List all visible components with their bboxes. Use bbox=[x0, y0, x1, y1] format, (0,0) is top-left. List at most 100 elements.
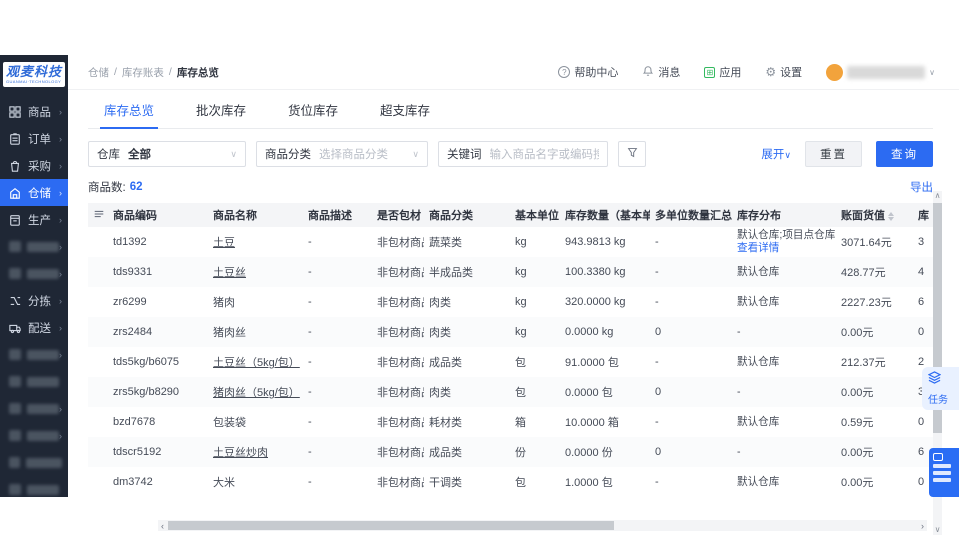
horizontal-scroll-thumb[interactable] bbox=[168, 521, 615, 530]
sidebar-item-redacted-7[interactable] bbox=[0, 449, 68, 476]
sidebar-item-purchase[interactable]: 采购 › bbox=[0, 152, 68, 179]
warehouse-select[interactable]: 仓库 全部 ∨ bbox=[88, 141, 246, 167]
header-stock-qty[interactable]: 库存数量（基本单位） bbox=[560, 203, 650, 227]
redacted-label bbox=[27, 349, 59, 360]
redacted-icon bbox=[9, 241, 21, 252]
product-name-link[interactable]: 包装袋 bbox=[213, 417, 246, 429]
breadcrumb-warehouse[interactable]: 仓储 bbox=[88, 65, 109, 80]
table-row[interactable]: td1392土豆-非包材商品蔬菜类kg943.9813 kg-默认仓库;项目点仓… bbox=[88, 227, 933, 257]
product-name-link[interactable]: 土豆丝（5kg/包） bbox=[213, 357, 300, 369]
sidebar-item-warehouse[interactable]: 仓储 › bbox=[0, 179, 68, 206]
category-select[interactable]: 商品分类 选择商品分类 ∨ bbox=[256, 141, 428, 167]
production-icon bbox=[9, 213, 22, 226]
settings[interactable]: ⚙ 设置 bbox=[765, 64, 802, 80]
export-link[interactable]: 导出 bbox=[910, 179, 933, 195]
warehouse-icon bbox=[9, 186, 22, 199]
table-header-row: 商品编码 商品名称 商品描述 是否包材 商品分类 基本单位 库存数量（基本单位）… bbox=[88, 203, 933, 227]
task-float-button[interactable]: 任务 bbox=[922, 367, 959, 410]
sidebar-item-redacted-4[interactable] bbox=[0, 368, 68, 395]
product-name-link[interactable]: 土豆丝炒肉 bbox=[213, 447, 268, 459]
messages[interactable]: 消息 bbox=[642, 64, 680, 80]
sidebar-item-label: 订单 bbox=[28, 133, 51, 146]
search-button[interactable]: 查询 bbox=[876, 141, 933, 167]
breadcrumb-separator: / bbox=[114, 66, 117, 78]
table-row[interactable]: tds5kg/b6075土豆丝（5kg/包）-非包材商品成品类包91.0000 … bbox=[88, 347, 933, 377]
chevron-right-icon: › bbox=[59, 106, 62, 117]
user-menu[interactable]: ∨ bbox=[826, 63, 935, 81]
tab-overdraft-inventory[interactable]: 超支库存 bbox=[380, 100, 430, 128]
sidebar-item-orders[interactable]: 订单 › bbox=[0, 125, 68, 152]
sidebar-item-redacted-3[interactable]: › bbox=[0, 341, 68, 368]
sidebar-item-delivery[interactable]: 配送 › bbox=[0, 314, 68, 341]
redacted-icon bbox=[9, 403, 21, 414]
table-row[interactable]: zrs2484猪肉丝-非包材商品肉类kg0.0000 kg0-0.00元0 bbox=[88, 317, 933, 347]
table-row[interactable]: tds9331土豆丝-非包材商品半成品类kg100.3380 kg-默认仓库42… bbox=[88, 257, 933, 287]
tab-inventory-overview[interactable]: 库存总览 bbox=[99, 100, 159, 129]
help-center[interactable]: ? 帮助中心 bbox=[558, 64, 618, 80]
category-placeholder: 选择商品分类 bbox=[319, 149, 388, 161]
chevron-down-icon: ∨ bbox=[784, 150, 791, 160]
summary-row: 商品数: 62 导出 bbox=[88, 179, 933, 195]
service-float-widget[interactable] bbox=[929, 448, 959, 497]
redacted-icon bbox=[9, 376, 21, 387]
redacted-label bbox=[27, 241, 59, 252]
product-name-link[interactable]: 土豆 bbox=[213, 237, 235, 249]
keyword-input[interactable]: 关键词 输入商品名字或编码搜索 bbox=[438, 141, 608, 167]
sidebar-item-redacted-1[interactable]: › bbox=[0, 233, 68, 260]
sidebar-item-production[interactable]: 生产 › bbox=[0, 206, 68, 233]
goods-icon bbox=[9, 105, 22, 118]
tab-location-inventory[interactable]: 货位库存 bbox=[288, 100, 338, 128]
product-name-link[interactable]: 猪肉丝（5kg/包） bbox=[213, 387, 300, 399]
scroll-right-icon[interactable]: › bbox=[918, 521, 927, 531]
sidebar-item-redacted-5[interactable]: › bbox=[0, 395, 68, 422]
sidebar-item-redacted-2[interactable]: › bbox=[0, 260, 68, 287]
chevron-right-icon: › bbox=[59, 430, 62, 441]
breadcrumb-inventory-report[interactable]: 库存账表 bbox=[122, 65, 164, 80]
app-window: 观麦科技 GUANMAI·TECHNOLOGY 商品 › 订单 › 采购 › 仓… bbox=[0, 55, 959, 535]
table-row[interactable]: tdscr5192土豆丝炒肉-非包材商品成品类份0.0000 份0-0.00元6 bbox=[88, 437, 933, 467]
header-stock-distribution: 库存分布 bbox=[732, 203, 836, 227]
sidebar-item-goods[interactable]: 商品 › bbox=[0, 98, 68, 125]
scroll-left-icon[interactable]: ‹ bbox=[158, 521, 167, 531]
chevron-down-icon: ∨ bbox=[412, 148, 419, 159]
chevron-right-icon: › bbox=[59, 268, 62, 279]
sidebar-item-label: 仓储 bbox=[28, 187, 51, 200]
view-details-link[interactable]: 查看详情 bbox=[737, 242, 831, 255]
table-row[interactable]: zr6299猪肉-非包材商品肉类kg320.0000 kg-默认仓库2227.2… bbox=[88, 287, 933, 317]
scroll-down-icon[interactable]: ∨ bbox=[933, 525, 942, 535]
table-row[interactable]: bzd7678包装袋-非包材商品耗材类箱10.0000 箱-默认仓库0.59元0 bbox=[88, 407, 933, 437]
sidebar-item-label: 分拣 bbox=[28, 295, 51, 308]
gear-icon: ⚙ bbox=[765, 65, 777, 79]
sort-icon[interactable] bbox=[888, 211, 894, 221]
scroll-up-icon[interactable]: ∧ bbox=[933, 191, 942, 201]
tab-batch-inventory[interactable]: 批次库存 bbox=[196, 100, 246, 128]
header-book-value[interactable]: 账面货值 bbox=[836, 203, 913, 227]
redacted-label bbox=[27, 268, 59, 279]
advanced-filter-button[interactable] bbox=[618, 141, 646, 167]
product-name-link[interactable]: 大米 bbox=[213, 477, 235, 489]
expand-link[interactable]: 展开∨ bbox=[761, 146, 791, 162]
keyword-label: 关键词 bbox=[447, 149, 482, 161]
product-count-label: 商品数: bbox=[88, 182, 126, 194]
sidebar-item-label: 配送 bbox=[28, 322, 51, 335]
redacted-label bbox=[27, 430, 59, 441]
product-name-link[interactable]: 猪肉 bbox=[213, 297, 235, 309]
sidebar-item-redacted-6[interactable]: › bbox=[0, 422, 68, 449]
sidebar-item-sorting[interactable]: 分拣 › bbox=[0, 287, 68, 314]
breadcrumb-current: 库存总览 bbox=[176, 66, 219, 79]
chevron-right-icon: › bbox=[59, 214, 62, 225]
table-row[interactable]: dm3742大米-非包材商品干调类包1.0000 包-默认仓库0.00元0 bbox=[88, 467, 933, 497]
reset-button[interactable]: 重置 bbox=[805, 141, 862, 167]
task-layers-icon bbox=[927, 371, 942, 389]
apps[interactable]: ⊞ 应用 bbox=[704, 64, 741, 80]
help-label: 帮助中心 bbox=[574, 67, 619, 79]
bell-icon bbox=[642, 65, 654, 80]
inventory-table: 商品编码 商品名称 商品描述 是否包材 商品分类 基本单位 库存数量（基本单位）… bbox=[88, 203, 933, 497]
table-row[interactable]: zrs5kg/b8290猪肉丝（5kg/包）-非包材商品肉类包0.0000 包0… bbox=[88, 377, 933, 407]
sidebar-item-label: 采购 bbox=[28, 160, 51, 173]
horizontal-scrollbar[interactable]: ‹ › bbox=[158, 520, 927, 531]
product-name-link[interactable]: 土豆丝 bbox=[213, 267, 246, 279]
sidebar-item-redacted-8[interactable] bbox=[0, 476, 68, 497]
column-settings-icon[interactable] bbox=[88, 203, 108, 227]
product-name-link[interactable]: 猪肉丝 bbox=[213, 327, 246, 339]
